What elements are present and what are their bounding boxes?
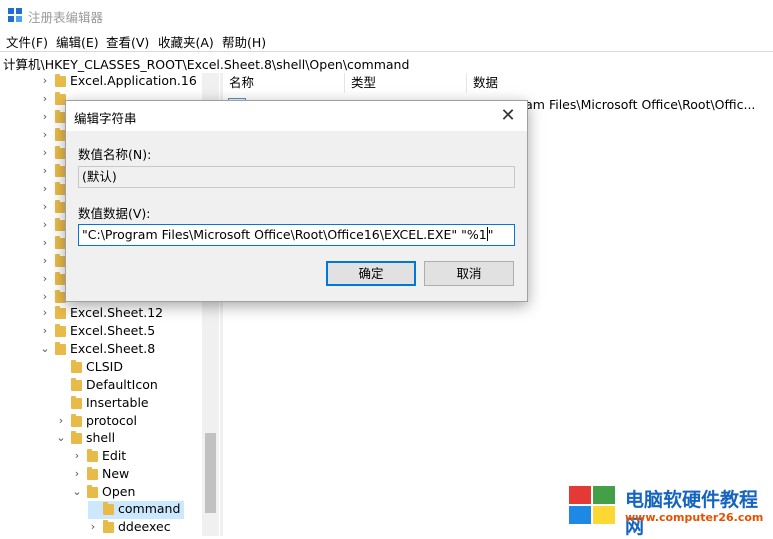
chevron-icon[interactable]: ›: [40, 236, 50, 249]
menu-bar: 文件(F) 编辑(E) 查看(V) 收藏夹(A) 帮助(H): [0, 30, 773, 50]
column-type[interactable]: 类型: [345, 73, 467, 93]
tree-item-label: Excel.Sheet.5: [70, 323, 156, 338]
tree-item-label: Excel.Sheet.12: [70, 305, 164, 320]
dialog-title-bar: 编辑字符串 ✕: [66, 101, 527, 131]
edit-string-dialog: 编辑字符串 ✕ 数值名称(N): (默认) 数值数据(V): "C:\Progr…: [65, 100, 528, 302]
dialog-title: 编辑字符串: [74, 111, 137, 126]
chevron-icon[interactable]: ›: [40, 92, 50, 105]
folder-icon: [71, 396, 82, 409]
chevron-icon[interactable]: ›: [72, 467, 82, 480]
tree-item-label: shell: [86, 430, 116, 445]
folder-icon: [71, 414, 82, 427]
close-icon[interactable]: ✕: [493, 104, 523, 128]
chevron-icon[interactable]: ›: [40, 218, 50, 231]
chevron-icon[interactable]: ›: [40, 128, 50, 141]
folder-icon: [87, 467, 98, 480]
chevron-icon[interactable]: ›: [40, 200, 50, 213]
windows-logo-icon: [569, 486, 617, 526]
chevron-icon[interactable]: ›: [40, 272, 50, 285]
tree-item-label: Excel.Sheet.8: [70, 341, 156, 356]
chevron-icon[interactable]: ›: [56, 414, 66, 427]
tree-item-selected[interactable]: command: [88, 501, 184, 519]
value-name-label: 数值名称(N):: [78, 147, 152, 162]
tree-item-label: Edit: [102, 448, 127, 463]
folder-icon: [55, 324, 66, 337]
folder-icon: [71, 378, 82, 391]
address-bar[interactable]: 计算机\HKEY_CLASSES_ROOT\Excel.Sheet.8\shel…: [0, 51, 773, 74]
title-bar: 注册表编辑器: [0, 0, 773, 30]
tree-item-label: command: [115, 501, 184, 516]
menu-help[interactable]: 帮助(H): [222, 32, 266, 51]
chevron-icon[interactable]: ›: [40, 324, 50, 337]
chevron-down-icon[interactable]: ⌄: [40, 342, 50, 355]
folder-icon: [87, 485, 98, 498]
menu-view[interactable]: 查看(V): [106, 32, 149, 51]
column-data[interactable]: 数据: [467, 73, 773, 93]
address-path[interactable]: 计算机\HKEY_CLASSES_ROOT\Excel.Sheet.8\shel…: [3, 54, 409, 73]
folder-icon: [55, 306, 66, 319]
menu-favorites[interactable]: 收藏夹(A): [158, 32, 214, 51]
chevron-icon[interactable]: ›: [88, 520, 98, 533]
tree-item-label: Excel.Application.16: [70, 73, 197, 88]
regedit-app-icon: [8, 8, 22, 22]
chevron-icon[interactable]: ›: [40, 290, 50, 303]
folder-icon: [103, 520, 114, 533]
ok-button[interactable]: 确定: [326, 261, 416, 286]
column-name[interactable]: 名称: [223, 73, 345, 93]
value-data-label: 数值数据(V):: [78, 206, 151, 221]
list-item-data: ram Files\Microsoft Office\Root\Offic...: [520, 97, 756, 112]
tree-item-label: DefaultIcon: [86, 377, 158, 392]
folder-icon: [103, 502, 114, 515]
value-data-text: "C:\Program Files\Microsoft Office\Root\…: [82, 227, 487, 242]
tree-item-label: protocol: [86, 413, 137, 428]
site-watermark: 电脑软硬件教程网 www.computer26.com: [569, 484, 773, 538]
menu-file[interactable]: 文件(F): [6, 32, 48, 51]
value-name-field: (默认): [78, 166, 515, 188]
value-data-tail: ": [487, 227, 494, 242]
scroll-thumb[interactable]: [205, 433, 216, 513]
folder-icon: [55, 342, 66, 355]
value-name-text: (默认): [82, 169, 117, 184]
chevron-down-icon[interactable]: ⌄: [72, 485, 82, 498]
tree-item-label: ddeexec: [118, 519, 171, 534]
folder-icon: [71, 431, 82, 444]
menu-edit[interactable]: 编辑(E): [56, 32, 99, 51]
tree-item-label: Insertable: [86, 395, 149, 410]
chevron-icon[interactable]: ›: [40, 74, 50, 87]
chevron-icon[interactable]: ›: [40, 164, 50, 177]
chevron-down-icon[interactable]: ⌄: [56, 431, 66, 444]
chevron-icon[interactable]: ›: [72, 449, 82, 462]
window-title: 注册表编辑器: [28, 10, 104, 25]
chevron-icon[interactable]: ›: [40, 254, 50, 267]
folder-icon: [55, 74, 66, 87]
folder-icon: [87, 449, 98, 462]
tree-item-label: New: [102, 466, 130, 481]
chevron-icon[interactable]: ›: [40, 182, 50, 195]
tree-item-label: CLSID: [86, 359, 123, 374]
watermark-url: www.computer26.com: [625, 511, 764, 524]
value-data-input[interactable]: "C:\Program Files\Microsoft Office\Root\…: [78, 224, 515, 246]
chevron-icon[interactable]: ›: [40, 146, 50, 159]
tree-item-label: Open: [102, 484, 136, 499]
cancel-button[interactable]: 取消: [424, 261, 514, 286]
folder-icon: [71, 360, 82, 373]
chevron-icon[interactable]: ›: [40, 306, 50, 319]
chevron-icon[interactable]: ›: [40, 110, 50, 123]
